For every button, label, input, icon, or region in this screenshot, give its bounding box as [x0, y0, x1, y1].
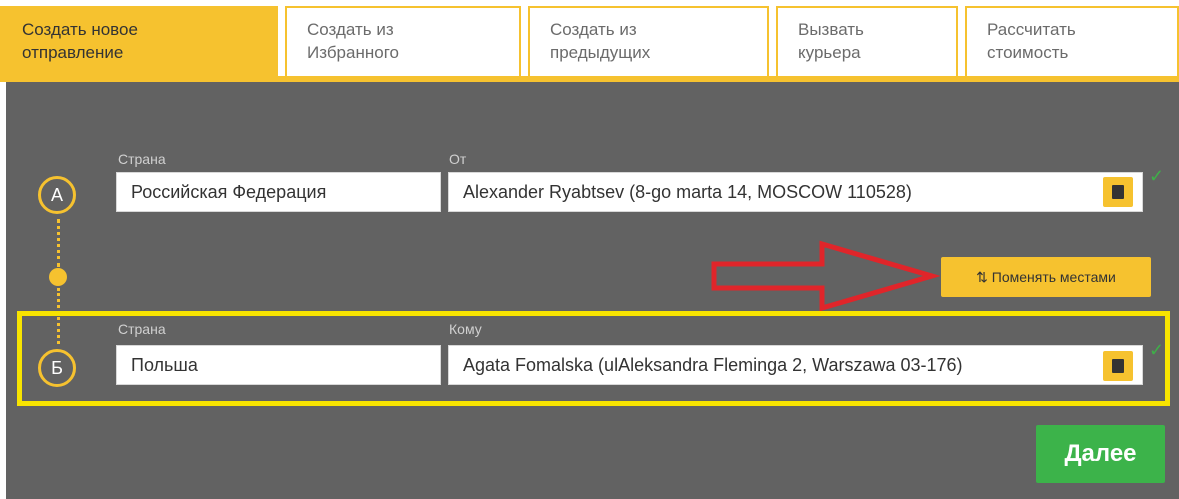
- tab-label-line2: отправление: [22, 43, 124, 62]
- sender-address-field[interactable]: Alexander Ryabtsev (8-go marta 14, MOSCO…: [448, 172, 1143, 212]
- marker-b: Б: [38, 349, 76, 387]
- tab-create-from-previous[interactable]: Создать из предыдущих: [528, 6, 769, 76]
- recipient-country-label: Страна: [118, 321, 166, 337]
- tab-create-new[interactable]: Создать новое отправление: [0, 6, 278, 76]
- swap-button[interactable]: ⇅ Поменять местами: [941, 257, 1151, 297]
- tab-label-line2: Избранного: [307, 43, 399, 62]
- recipient-address-field[interactable]: Agata Fomalska (ulAleksandra Fleminga 2,…: [448, 345, 1143, 385]
- tab-create-from-favorites[interactable]: Создать из Избранного: [285, 6, 521, 76]
- tab-bar: Создать новое отправление Создать из Изб…: [0, 0, 1179, 82]
- tab-label-line1: Рассчитать: [987, 20, 1076, 39]
- address-book-icon[interactable]: [1103, 177, 1133, 207]
- recipient-country-field[interactable]: Польша: [116, 345, 441, 385]
- tab-label-line2: стоимость: [987, 43, 1069, 62]
- address-book-icon[interactable]: [1103, 351, 1133, 381]
- tab-label-line2: курьера: [798, 43, 861, 62]
- route-midpoint: [49, 268, 67, 286]
- red-arrow-annotation: [711, 240, 940, 312]
- route-connector-top: [57, 219, 60, 267]
- tab-label-line1: Создать новое: [22, 20, 138, 39]
- tab-label-line1: Создать из: [550, 20, 637, 39]
- recipient-to-label: Кому: [449, 321, 482, 337]
- checkmark-icon: ✓: [1149, 166, 1165, 186]
- tab-label-line1: Создать из: [307, 20, 394, 39]
- next-button[interactable]: Далее: [1036, 425, 1165, 483]
- tab-label-line1: Вызвать: [798, 20, 864, 39]
- checkmark-icon: ✓: [1149, 340, 1165, 360]
- sender-country-field[interactable]: Российская Федерация: [116, 172, 441, 212]
- sender-from-label: От: [449, 151, 467, 167]
- tab-calculate-cost[interactable]: Рассчитать стоимость: [965, 6, 1179, 76]
- swap-button-label: Поменять местами: [991, 269, 1116, 285]
- tab-label-line2: предыдущих: [550, 43, 651, 62]
- swap-arrows-icon: ⇅: [976, 269, 992, 285]
- marker-a: А: [38, 176, 76, 214]
- sender-country-label: Страна: [118, 151, 166, 167]
- tab-call-courier[interactable]: Вызвать курьера: [776, 6, 958, 76]
